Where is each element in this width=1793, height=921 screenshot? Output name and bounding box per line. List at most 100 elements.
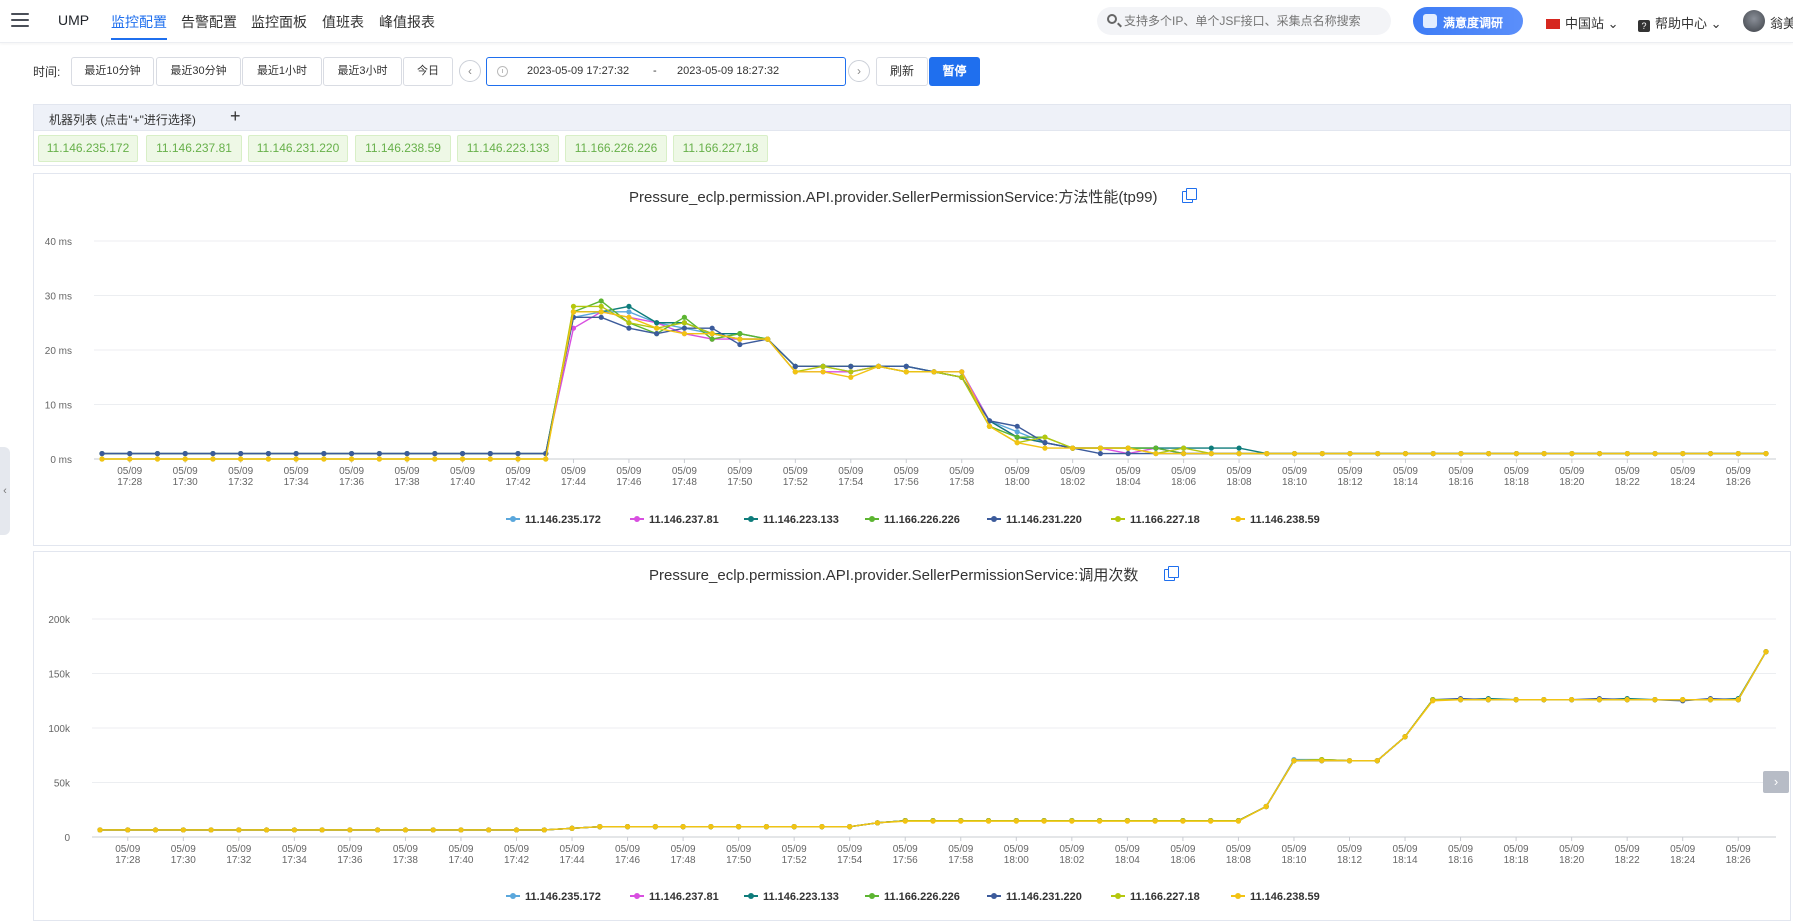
x-tick-label: 05/09 — [1448, 466, 1473, 477]
y-tick-label: 0 — [64, 833, 70, 844]
data-point — [1042, 434, 1048, 440]
range-today-button[interactable]: 今日 — [403, 57, 453, 86]
data-point — [626, 303, 632, 309]
prev-range-button[interactable]: ‹ — [459, 60, 481, 82]
nav-item-peak-report[interactable]: 峰值报表 — [379, 12, 435, 32]
legend-item[interactable]: 11.146.238.59 — [1231, 514, 1320, 526]
machine-chip[interactable]: 11.146.231.220 — [248, 135, 348, 162]
data-point — [1763, 450, 1769, 457]
side-collapse-handle[interactable]: ‹ — [0, 447, 10, 535]
data-point — [709, 331, 715, 337]
machine-chip[interactable]: 11.146.223.133 — [457, 135, 559, 162]
legend-item[interactable]: 11.146.237.81 — [630, 514, 719, 526]
x-tick-label: 18:24 — [1670, 477, 1695, 488]
x-tick-label: 05/09 — [115, 844, 140, 855]
x-tick-label: 18:14 — [1393, 477, 1418, 488]
machine-chip[interactable]: 11.166.226.226 — [565, 135, 667, 162]
machine-chip[interactable]: 11.146.238.59 — [355, 135, 451, 162]
legend-item[interactable]: 11.146.238.59 — [1231, 891, 1320, 903]
nav-item-monitor-config[interactable]: 监控配置 — [111, 12, 167, 40]
chevron-right-icon[interactable]: › — [1763, 771, 1789, 793]
data-point — [293, 450, 299, 457]
legend-item[interactable]: 11.146.231.220 — [987, 514, 1082, 526]
nav-item-alarm-config[interactable]: 告警配置 — [181, 12, 237, 32]
range-start[interactable]: 2023-05-09 17:27:32 — [527, 65, 629, 77]
legend-item[interactable]: 11.166.226.226 — [865, 891, 960, 903]
data-point — [1236, 445, 1242, 451]
data-point — [127, 450, 133, 457]
x-tick-label: 18:18 — [1504, 855, 1529, 866]
data-point — [1042, 440, 1048, 446]
data-point — [321, 450, 327, 457]
machine-chip[interactable]: 11.146.237.81 — [146, 135, 242, 162]
data-point — [736, 824, 742, 830]
search-input[interactable] — [1124, 11, 1384, 31]
range-end[interactable]: 2023-05-09 18:27:32 — [677, 65, 779, 77]
range-last-30min-button[interactable]: 最近30分钟 — [156, 57, 241, 86]
menu-icon[interactable] — [11, 13, 29, 27]
data-point — [1125, 445, 1131, 451]
x-tick-label: 05/09 — [1170, 844, 1195, 855]
legend-item[interactable]: 11.146.223.133 — [744, 891, 839, 903]
data-point — [681, 314, 688, 320]
series-line — [102, 311, 1766, 455]
refresh-button[interactable]: 刷新 — [876, 57, 928, 86]
x-tick-label: 05/09 — [393, 844, 418, 855]
data-point — [1763, 649, 1769, 655]
survey-label: 满意度调研 — [1443, 16, 1504, 30]
date-range-picker[interactable]: 2023-05-09 17:27:32 - 2023-05-09 18:27:3… — [486, 57, 846, 86]
x-tick-label: 17:34 — [282, 855, 307, 866]
brand-logo[interactable]: UMP — [58, 12, 89, 28]
legend-item[interactable]: 11.146.235.172 — [506, 891, 601, 903]
series-line — [100, 651, 1767, 831]
data-point — [459, 456, 466, 462]
user-name[interactable]: 翁美 — [1770, 13, 1793, 32]
x-tick-label: 05/09 — [448, 844, 473, 855]
x-tick-label: 17:50 — [727, 477, 752, 488]
region-label: 中国站 — [1565, 16, 1605, 31]
legend-item[interactable]: 11.146.231.220 — [987, 891, 1082, 903]
x-tick-label: 05/09 — [1115, 844, 1140, 855]
x-tick-label: 17:40 — [448, 855, 473, 866]
data-point — [598, 309, 604, 315]
data-point — [1430, 698, 1436, 704]
global-search[interactable] — [1097, 7, 1391, 35]
legend-item[interactable]: 11.146.237.81 — [630, 891, 719, 903]
y-tick-label: 200k — [48, 615, 71, 626]
machine-chip[interactable]: 11.166.227.18 — [673, 135, 768, 162]
nav-item-duty-table[interactable]: 值班表 — [322, 12, 364, 32]
nav-item-monitor-dashboard[interactable]: 监控面板 — [251, 12, 307, 32]
pause-button[interactable]: 暂停 — [929, 57, 980, 86]
x-tick-label: 18:02 — [1059, 855, 1084, 866]
help-label: 帮助中心 — [1655, 16, 1708, 31]
y-tick-label: 100k — [48, 724, 71, 735]
legend-item[interactable]: 11.166.227.18 — [1111, 514, 1200, 526]
legend-label: 11.146.237.81 — [649, 891, 719, 903]
machine-chip[interactable]: 11.146.235.172 — [38, 135, 138, 162]
range-last-1h-button[interactable]: 最近1小时 — [242, 57, 322, 86]
data-point — [1042, 445, 1048, 451]
avatar[interactable] — [1743, 10, 1765, 32]
x-tick-label: 18:26 — [1726, 855, 1751, 866]
legend-item[interactable]: 11.146.223.133 — [744, 514, 839, 526]
region-selector[interactable]: 中国站 ⌄ — [1546, 13, 1619, 32]
survey-button[interactable]: 满意度调研 — [1413, 7, 1523, 35]
range-last-3h-button[interactable]: 最近3小时 — [323, 57, 402, 86]
legend-label: 11.146.223.133 — [763, 514, 839, 526]
x-tick-label: 05/09 — [727, 466, 752, 477]
x-tick-label: 05/09 — [671, 844, 696, 855]
next-range-button[interactable]: › — [848, 60, 870, 82]
legend-item[interactable]: 11.166.227.18 — [1111, 891, 1200, 903]
x-tick-label: 17:36 — [337, 855, 362, 866]
add-machine-icon[interactable]: + — [230, 106, 241, 127]
x-tick-label: 17:38 — [393, 855, 418, 866]
data-point — [1124, 818, 1130, 824]
data-point — [1707, 697, 1714, 703]
legend-item[interactable]: 11.146.235.172 — [506, 514, 601, 526]
x-tick-label: 17:34 — [284, 477, 309, 488]
range-last-10min-button[interactable]: 最近10分钟 — [71, 57, 154, 86]
help-center-menu[interactable]: ? 帮助中心 ⌄ — [1638, 13, 1722, 32]
x-tick-label: 17:30 — [171, 855, 196, 866]
data-point — [1181, 450, 1187, 457]
legend-item[interactable]: 11.166.226.226 — [865, 514, 960, 526]
